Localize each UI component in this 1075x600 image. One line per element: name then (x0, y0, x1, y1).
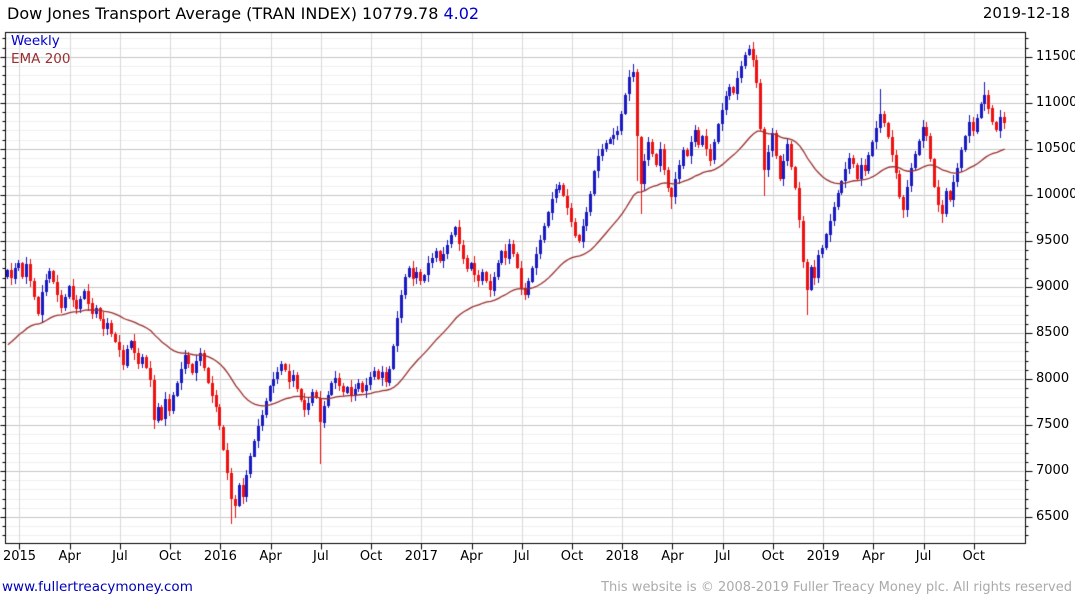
x-tick-label: 2018 (605, 549, 639, 564)
x-tick-label: 2017 (404, 549, 438, 564)
x-tick-label: Oct (761, 549, 785, 564)
x-tick-label: Apr (661, 549, 684, 564)
x-tick-label: Apr (259, 549, 282, 564)
y-tick-label: 10000 (1036, 186, 1075, 202)
website-link[interactable]: www.fullertreacymoney.com (2, 579, 193, 595)
y-tick-label: 10500 (1036, 140, 1075, 156)
x-tick-label: 2016 (203, 549, 237, 564)
page-title: Dow Jones Transport Average (TRAN INDEX)… (7, 4, 479, 23)
x-tick-label: Jul (112, 549, 128, 564)
x-tick-label: Oct (158, 549, 182, 564)
x-tick-label: Oct (962, 549, 986, 564)
x-tick-label: Jul (513, 549, 530, 564)
footer: www.fullertreacymoney.com This website i… (0, 576, 1075, 600)
x-tick-label: Jul (313, 549, 329, 564)
legend-interval-label: Weekly (11, 33, 60, 49)
y-tick-label: 7500 (1036, 416, 1070, 432)
instrument-name: Dow Jones Transport Average (TRAN INDEX) (7, 4, 357, 23)
price-chart-canvas[interactable] (0, 0, 1075, 575)
x-tick-label: Oct (359, 549, 383, 564)
y-tick-label: 9000 (1036, 278, 1070, 294)
x-tick-label: Apr (460, 549, 483, 564)
price-change: 4.02 (443, 4, 480, 23)
x-tick-label: 2015 (2, 549, 37, 564)
x-tick-label: Apr (58, 549, 81, 564)
y-tick-label: 9500 (1036, 232, 1070, 248)
y-tick-label: 8000 (1036, 370, 1070, 386)
x-tick-label: Oct (560, 549, 584, 564)
last-price: 10779.78 (362, 4, 439, 23)
chart-page: Dow Jones Transport Average (TRAN INDEX)… (0, 0, 1075, 600)
x-tick-label: Apr (862, 549, 885, 564)
x-tick-label: Jul (714, 549, 731, 564)
x-tick-label: 2019 (806, 549, 840, 564)
y-tick-label: 11000 (1036, 94, 1075, 110)
legend-ema-label: EMA 200 (11, 51, 71, 67)
title-bar: Dow Jones Transport Average (TRAN INDEX)… (0, 0, 1075, 30)
x-tick-label: Jul (915, 549, 932, 564)
y-tick-label: 8500 (1036, 324, 1070, 340)
y-tick-label: 7000 (1036, 462, 1070, 478)
chart-date: 2019-12-18 (982, 4, 1070, 22)
y-tick-label: 6500 (1036, 508, 1070, 524)
copyright-text: This website is © 2008-2019 Fuller Treac… (601, 580, 1072, 595)
y-tick-label: 11500 (1036, 48, 1075, 64)
